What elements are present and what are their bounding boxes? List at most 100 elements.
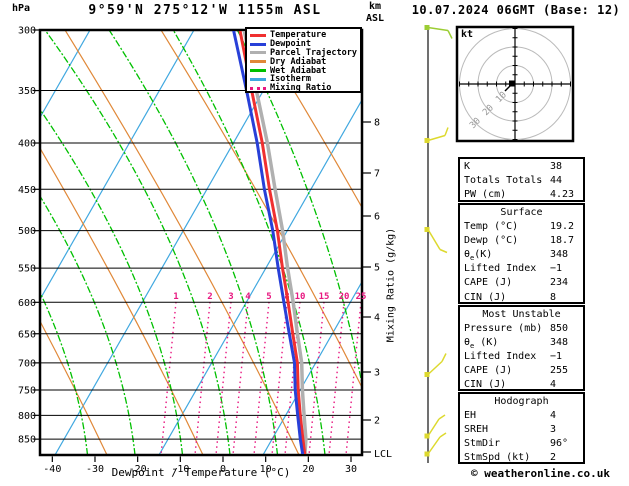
altitude-tick-label: 3 [374,368,380,379]
wind-barb-tick [439,248,448,254]
table-row: CAPE (J) 234 [460,276,583,290]
mixing-ratio-line [345,301,361,454]
table-row-label: Pressure (mb) [464,323,543,335]
table-row: CAPE (J) 255 [460,364,583,378]
table-row: Pressure (mb) 850 [460,322,583,336]
table-row: StmSpd (kt) 2 [460,451,583,465]
wind-barb-tick [438,414,446,420]
altitude-tick-label: 6 [374,212,380,223]
wind-barb-tick [447,30,453,39]
wind-barb-column [424,25,453,463]
altitude-tick-label: 4 [374,313,380,324]
datetime-label: 10.07.2024 06GMT (Base: 12) [411,3,621,17]
table-row-value: 255 [550,365,569,377]
legend-item-label: Parcel Trajectory [270,47,357,58]
mixing-ratio-tick-label: 15 [319,292,330,302]
pressure-tick-label: 600 [18,298,36,309]
mixing-ratio-tick-label: 4 [245,292,251,302]
altitude-axis-unit-km: km [369,1,382,12]
table-row: θe(K) 348 [460,248,583,262]
table-row-value: 4 [550,410,557,422]
pressure-tick-label: 350 [18,86,36,97]
altitude-tick-label: 7 [374,169,380,180]
table-row-value: 19.2 [550,221,575,233]
lcl-label: LCL [374,449,393,460]
altitude-axis-unit-asl: ASL [366,13,385,24]
table-row: Lifted Index −1 [460,350,583,364]
table-row-label: PW (cm) [464,189,507,201]
mixing-ratio-line [160,301,177,454]
table-row-label: K [464,161,471,172]
wind-barb-staff [427,360,443,376]
table-row-label: StmSpd (kt) [464,452,531,464]
pressure-tick-label: 750 [18,385,36,396]
wind-barb-staff [427,436,441,455]
legend-swatch-icon [250,51,266,55]
table-row-label: Dewp (°C) [464,235,519,247]
pressure-axis-unit: hPa [12,3,31,14]
table-row-label: EH [464,410,477,422]
altitude-tick-label: 8 [374,118,380,129]
legend-swatch-icon [250,77,266,81]
mixing-ratio-tick-label: 1 [173,292,178,302]
table-row-value: 96° [550,438,569,450]
table-row-value: 4 [550,379,557,391]
pressure-tick-label: 500 [18,226,36,237]
table-row-label: Totals Totals [464,175,543,187]
mixing-ratio-line [271,301,288,454]
mixing-ratio-tick-label: 10 [295,292,306,302]
table-row-label: CIN (J) [464,291,507,303]
table-row-value: 18.7 [550,235,575,247]
wind-barb-tick [441,353,447,362]
altitude-tick-label: 2 [374,416,380,427]
legend-item-label: Dewpoint [270,39,311,50]
table-row-label: Lifted Index [464,263,537,275]
mixing-ratio-tick-label: 20 [339,292,350,302]
table-row-value: −1 [550,351,563,363]
wind-barb-staff [427,134,446,142]
pressure-tick-label: 550 [18,264,36,275]
hodograph-unit-label: kt [461,29,474,40]
table-row-value: 348 [550,249,569,261]
table-row-value: 8 [550,291,557,303]
table-row: PW (cm) 4.23 [460,188,583,202]
table-row-value: 38 [550,161,563,172]
table-row-value: 44 [550,175,563,187]
table-row: Lifted Index −1 [460,262,583,276]
sounding-page: 1 2 3 4 5 8 10 15 20 25 300 350 400 450 500 550 600 650 70… [0,0,629,486]
table-row: CIN (J) 4 [460,378,583,392]
table-row-label: Temp (°C) [464,221,519,233]
mixing-ratio-tick-label: 2 [207,292,212,302]
table-row-label: CAPE (J) [464,277,513,289]
copyright-label: © weatheronline.co.uk [470,467,611,480]
pressure-tick-label: 300 [18,26,36,37]
mixing-ratio-axis-label: Mixing Ratio (g/kg) [385,227,397,343]
legend-swatch-icon [250,69,266,73]
mixing-ratio-tick-label: 5 [266,292,271,302]
legend-item-label: Mixing Ratio [270,83,332,93]
pressure-tick-label: 850 [18,435,36,446]
table-row: θe (K) 348 [460,336,583,350]
indices-table-section: Most Unstable Pressure (mb) 850 θe (K) 348 Li… [458,305,585,391]
table-row-label: CIN (J) [464,379,507,391]
pressure-tick-label: 700 [18,358,36,369]
indices-table-section: K 38 Totals Totals 44 PW (cm) 4.23 [458,157,585,202]
table-row: EH 4 [460,409,583,423]
table-section-header: Most Unstable [482,309,561,320]
table-row-value: 348 [550,337,569,349]
legend-item: Mixing Ratio [250,83,360,93]
pressure-tick-label: 800 [18,411,36,422]
altitude-tick-label: 5 [374,263,380,274]
table-row-label: StmDir [464,438,501,450]
hodograph: 102030 [455,25,575,143]
wind-barb-staff [427,26,449,32]
mixing-ratio-line [328,301,345,454]
legend-item-label: Dry Adiabat [270,56,327,67]
wind-barb-tick [439,432,447,438]
table-section-header: Surface [500,207,543,218]
wet-adiabat-line [41,293,89,454]
mixing-ratio-line [215,301,232,454]
table-row-value: 3 [550,424,557,436]
dry-adiabat-line [64,31,300,454]
isotherm-line [54,31,299,454]
